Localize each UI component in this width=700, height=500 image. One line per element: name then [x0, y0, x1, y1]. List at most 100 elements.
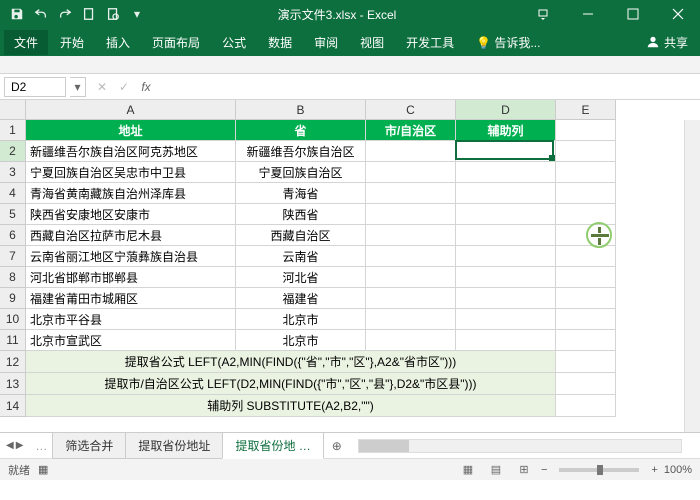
cell[interactable]	[556, 162, 616, 183]
cell[interactable]	[366, 267, 456, 288]
view-normal-icon[interactable]: ▦	[457, 461, 479, 479]
col-header[interactable]: E	[556, 100, 616, 120]
formula-input[interactable]	[162, 77, 700, 97]
cell[interactable]	[366, 330, 456, 351]
menu-file[interactable]: 文件	[4, 30, 48, 55]
cell[interactable]	[456, 183, 556, 204]
worksheet-grid[interactable]: ABCDE 1234567891011121314 地址省市/自治区辅助列新疆维…	[0, 100, 700, 432]
cell[interactable]	[556, 225, 616, 246]
redo-icon[interactable]	[54, 3, 76, 25]
menu-data[interactable]: 数据	[258, 30, 302, 55]
cell[interactable]	[456, 330, 556, 351]
cell[interactable]	[366, 225, 456, 246]
cell[interactable]: 云南省	[236, 246, 366, 267]
cell[interactable]: 福建省	[236, 288, 366, 309]
col-header[interactable]: A	[26, 100, 236, 120]
note-cell[interactable]: 辅助列 SUBSTITUTE(A2,B2,"")	[26, 395, 556, 417]
row-header[interactable]: 6	[0, 225, 26, 246]
cell[interactable]	[456, 141, 556, 162]
tab-nav-buttons[interactable]: ◀▶	[0, 440, 29, 451]
menu-dev[interactable]: 开发工具	[396, 30, 464, 55]
cell[interactable]	[456, 246, 556, 267]
cell[interactable]	[456, 309, 556, 330]
menu-home[interactable]: 开始	[50, 30, 94, 55]
sheet-tab-active[interactable]: 提取省份地 …	[222, 433, 323, 459]
row-header[interactable]: 8	[0, 267, 26, 288]
cell[interactable]	[556, 267, 616, 288]
menu-review[interactable]: 审阅	[304, 30, 348, 55]
cell[interactable]: 河北省邯郸市邯郸县	[26, 267, 236, 288]
name-box[interactable]: D2	[4, 77, 66, 97]
cell[interactable]	[556, 288, 616, 309]
fx-icon[interactable]: fx	[138, 80, 154, 94]
col-header[interactable]: D	[456, 100, 556, 120]
col-header[interactable]: B	[236, 100, 366, 120]
cell[interactable]	[456, 225, 556, 246]
cell[interactable]	[556, 204, 616, 225]
ribbon-options-icon[interactable]	[520, 0, 565, 28]
vertical-scrollbar[interactable]	[684, 120, 700, 432]
row-header[interactable]: 9	[0, 288, 26, 309]
note-cell[interactable]: 提取省公式 LEFT(A2,MIN(FIND({"省","市","区"},A2&…	[26, 351, 556, 373]
row-header[interactable]: 11	[0, 330, 26, 351]
cell[interactable]: 北京市宣武区	[26, 330, 236, 351]
cell[interactable]: 云南省丽江地区宁蒗彝族自治县	[26, 246, 236, 267]
row-header[interactable]: 10	[0, 309, 26, 330]
row-header[interactable]: 14	[0, 395, 26, 417]
cell[interactable]	[556, 183, 616, 204]
cell[interactable]	[366, 204, 456, 225]
sheet-tab[interactable]: 筛选合并	[52, 433, 126, 459]
cell[interactable]	[456, 267, 556, 288]
menu-view[interactable]: 视图	[350, 30, 394, 55]
zoom-in-icon[interactable]: +	[651, 464, 657, 476]
cell[interactable]: 市/自治区	[366, 120, 456, 141]
cell[interactable]	[366, 141, 456, 162]
cell[interactable]	[456, 162, 556, 183]
cell[interactable]	[556, 246, 616, 267]
row-header[interactable]: 2	[0, 141, 26, 162]
menu-tellme[interactable]: 💡 告诉我...	[466, 30, 550, 55]
cell[interactable]: 省	[236, 120, 366, 141]
undo-icon[interactable]	[30, 3, 52, 25]
cell[interactable]: 北京市	[236, 330, 366, 351]
cell[interactable]: 新疆维吾尔族自治区	[236, 141, 366, 162]
row-header[interactable]: 12	[0, 351, 26, 373]
cell[interactable]	[366, 183, 456, 204]
note-cell[interactable]: 提取市/自治区公式 LEFT(D2,MIN(FIND({"市","区","县"}…	[26, 373, 556, 395]
cell[interactable]	[556, 330, 616, 351]
cell[interactable]: 宁夏回族自治区吴忠市中卫县	[26, 162, 236, 183]
cell[interactable]: 西藏自治区	[236, 225, 366, 246]
row-header[interactable]: 13	[0, 373, 26, 395]
row-header[interactable]: 5	[0, 204, 26, 225]
cell[interactable]: 陕西省	[236, 204, 366, 225]
row-header[interactable]: 7	[0, 246, 26, 267]
cell[interactable]	[366, 288, 456, 309]
minimize-icon[interactable]	[565, 0, 610, 28]
view-pagebreak-icon[interactable]: ⊞	[513, 461, 535, 479]
cell[interactable]: 青海省	[236, 183, 366, 204]
cell[interactable]: 辅助列	[456, 120, 556, 141]
sheet-tab[interactable]: 提取省份地址	[125, 433, 223, 459]
cell[interactable]	[366, 309, 456, 330]
cell[interactable]: 北京市	[236, 309, 366, 330]
cell[interactable]	[556, 120, 616, 141]
cell[interactable]: 西藏自治区拉萨市尼木县	[26, 225, 236, 246]
share-button[interactable]: 共享	[638, 30, 696, 55]
cell[interactable]	[456, 204, 556, 225]
cell[interactable]: 青海省黄南藏族自治州泽库县	[26, 183, 236, 204]
cell[interactable]	[366, 246, 456, 267]
add-sheet-icon[interactable]: ⊕	[324, 435, 350, 457]
qat-dropdown-icon[interactable]: ▾	[126, 3, 148, 25]
cell[interactable]: 河北省	[236, 267, 366, 288]
name-box-dropdown-icon[interactable]: ▾	[70, 77, 86, 97]
print-preview-icon[interactable]	[102, 3, 124, 25]
cell[interactable]: 宁夏回族自治区	[236, 162, 366, 183]
view-pagelayout-icon[interactable]: ▤	[485, 461, 507, 479]
save-icon[interactable]	[6, 3, 28, 25]
zoom-level[interactable]: 100%	[664, 464, 692, 476]
menu-insert[interactable]: 插入	[96, 30, 140, 55]
cell[interactable]	[456, 288, 556, 309]
cell[interactable]	[366, 162, 456, 183]
cell[interactable]: 地址	[26, 120, 236, 141]
cell[interactable]: 陕西省安康地区安康市	[26, 204, 236, 225]
